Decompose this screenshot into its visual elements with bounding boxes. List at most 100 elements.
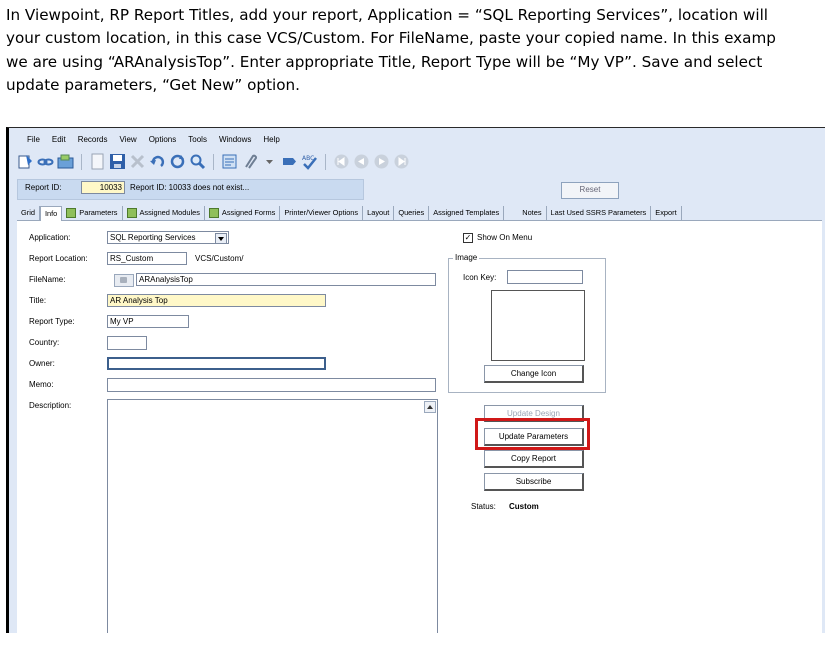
country-label: Country: [29,338,60,347]
search-icon[interactable] [189,153,206,170]
menu-windows[interactable]: Windows [219,135,251,144]
instruction-line: In Viewpoint, RP Report Titles, add your… [6,6,769,24]
refresh-icon[interactable] [169,153,186,170]
tab-label: Layout [367,208,390,217]
grid-icon [208,208,219,218]
tab-label: Queries [398,208,425,217]
menu-help[interactable]: Help [263,135,279,144]
report-id-status: Report ID: 10033 does not exist... [130,183,250,192]
toolbar-separator [325,153,326,170]
memo-label: Memo: [29,380,54,389]
next-record-icon[interactable] [373,153,390,170]
delete-icon[interactable] [129,153,146,170]
spellcheck-icon[interactable]: ABC [301,153,318,170]
tab-label: Assigned Templates [433,208,500,217]
report-location-input[interactable]: RS_Custom [107,252,187,265]
tab-printer-viewer-options[interactable]: Printer/Viewer Options [280,206,364,220]
icon-preview [491,290,585,361]
highlight-box [475,418,590,450]
tab-label: Parameters [79,208,118,217]
report-id-label: Report ID: [25,183,62,192]
tab-grid[interactable]: Grid [17,206,40,220]
tab-last-used-ssrs-parameters[interactable]: Last Used SSRS Parameters [547,206,652,220]
menu-records[interactable]: Records [78,135,108,144]
first-record-icon[interactable] [333,153,350,170]
report-id-input[interactable]: 10033 [81,181,125,194]
file-browse-icon[interactable] [114,274,134,287]
title-label: Title: [29,296,47,305]
toolbar-separator [213,153,214,170]
icon-key-label: Icon Key: [463,273,497,282]
report-type-input[interactable]: My VP [107,315,189,328]
viewpoint-window: File Edit Records View Options Tools Win… [6,127,825,633]
status-label: Status: [471,502,496,511]
chevron-down-icon[interactable] [215,233,227,243]
application-label: Application: [29,233,71,242]
tab-assigned-forms[interactable]: Assigned Forms [205,206,281,220]
grid-icon [66,208,77,218]
tab-assigned-templates[interactable]: Assigned Templates [429,206,505,220]
dropdown-arrow-icon[interactable] [261,153,278,170]
copy-report-button[interactable]: Copy Report [484,450,584,468]
report-id-row: Report ID: 10033 Report ID: 10033 does n… [17,179,822,200]
undo-icon[interactable] [149,153,166,170]
change-icon-button[interactable]: Change Icon [484,365,584,383]
description-textarea[interactable] [107,399,438,633]
subscribe-button[interactable]: Subscribe [484,473,584,491]
menu-bar: File Edit Records View Options Tools Win… [9,128,825,150]
image-group-title: Image [453,253,480,262]
filename-label: FileName: [29,275,66,284]
reset-button[interactable]: Reset [561,182,619,199]
attach-icon[interactable] [241,153,258,170]
menu-file[interactable]: File [27,135,40,144]
tab-label: Info [44,208,58,218]
report-type-label: Report Type: [29,317,75,326]
toolbar-separator [81,153,82,170]
owner-input[interactable] [107,357,326,370]
status-value: Custom [509,502,539,511]
tab-label: Grid [21,208,35,217]
owner-label: Owner: [29,359,55,368]
memo-input[interactable] [107,378,436,392]
next-icon[interactable] [281,153,298,170]
menu-options[interactable]: Options [149,135,177,144]
tab-label: Notes [522,208,542,217]
last-record-icon[interactable] [393,153,410,170]
tab-label: Assigned Modules [139,208,200,217]
save-icon[interactable] [109,153,126,170]
info-panel: Application: SQL Reporting Services Repo… [17,221,822,633]
tab-assigned-modules[interactable]: Assigned Modules [123,206,205,220]
tab-layout[interactable]: Layout [363,206,395,220]
tab-parameters[interactable]: Parameters [62,206,123,220]
show-on-menu-checkbox[interactable]: ✓ [463,233,473,243]
menu-tools[interactable]: Tools [188,135,207,144]
menu-view[interactable]: View [119,135,136,144]
new-record-icon[interactable] [17,153,34,170]
tab-queries[interactable]: Queries [394,206,430,220]
title-input[interactable]: AR Analysis Top [107,294,326,307]
icon-key-input[interactable] [507,270,583,284]
link-icon[interactable] [37,153,54,170]
application-select[interactable]: SQL Reporting Services [107,231,229,244]
open-icon[interactable] [57,153,74,170]
menu-edit[interactable]: Edit [52,135,66,144]
scroll-up-icon[interactable] [424,401,436,413]
toolbar: ABC [9,150,825,173]
tab-label: Printer/Viewer Options [284,208,359,217]
document-icon[interactable] [89,153,106,170]
country-input[interactable] [107,336,147,350]
report-location-label: Report Location: [29,254,88,263]
tab-strip: Grid Info Parameters Assigned Modules As… [17,205,822,221]
tab-info[interactable]: Info [39,205,63,221]
notes-icon[interactable] [221,153,238,170]
tab-notes[interactable]: Notes [518,206,547,220]
description-label: Description: [29,401,72,410]
tab-label: Last Used SSRS Parameters [550,208,647,217]
tab-export[interactable]: Export [651,206,682,220]
show-on-menu-label: Show On Menu [477,233,533,242]
instruction-line: we are using “ARAnalysisTop”. Enter appr… [6,52,763,71]
filename-input[interactable]: ARAnalysisTop [136,273,436,286]
previous-record-icon[interactable] [353,153,370,170]
instruction-line: your custom location, in this case VCS/C… [6,29,776,48]
grid-icon [126,208,137,218]
